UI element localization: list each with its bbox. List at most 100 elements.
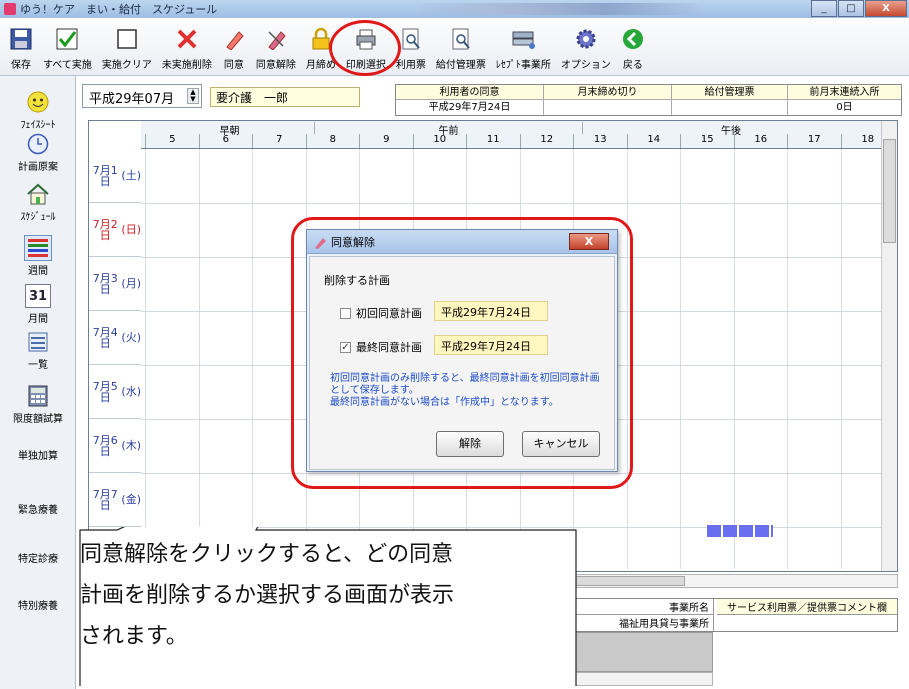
receipt-office-button[interactable]: ﾚｾﾌﾟﾄ事業所 [491,21,556,75]
options-label: オプション [560,60,611,71]
check-icon [55,27,79,51]
list-icon [25,330,51,354]
sidebar-item-emergency-care[interactable]: 緊急療養 [0,501,76,516]
title-bar: ゆう！ケア まい・給付 スケジュール _ □ X [0,0,909,18]
delete-undone-label: 未実施削除 [161,60,212,71]
server-icon [511,27,536,51]
day-of-week: (月) [121,277,141,290]
sidebar-item-special-care[interactable]: 特別療養 [0,597,76,612]
first-consent-checkbox-row[interactable]: 初回同意計画 [340,305,422,321]
grid-line [145,149,146,569]
note-line: 最終同意計画がない場合は「作成中」となります。 [330,397,559,408]
day-row-label[interactable]: 7月6日 (木) [89,419,141,473]
usage-slip-label: 利用票 [395,60,426,71]
final-consent-checkbox-row[interactable]: ✓ 最終同意計画 [340,339,422,355]
options-button[interactable]: オプション [556,21,616,75]
lock-icon [309,27,333,51]
sidebar-label: 一覧 [28,360,48,371]
delete-undone-button[interactable]: 未実施削除 [157,21,217,75]
first-consent-checkbox[interactable] [340,307,351,319]
row-line [141,203,881,204]
app-icon [4,3,16,15]
sidebar-item-single-addition[interactable]: 単独加算 [0,447,76,462]
period-spinner[interactable]: ▲ ▼ [187,88,199,104]
day-row-label[interactable]: 7月1日 (土) [89,149,141,203]
month-close-label: 月締め [305,60,336,71]
all-done-button[interactable]: すべて実施 [38,21,97,75]
hour-label: 7 [252,134,306,148]
consent-release-button[interactable]: 同意解除 [251,21,301,75]
final-consent-label: 最終同意計画 [356,341,422,354]
sidebar-item-monthly[interactable]: 31 月間 [0,284,76,325]
status-header-table: 利用者の同意 月末締め切り 給付管理票 前月末連続入所 平成29年7月24日 0… [395,84,902,116]
sidebar-item-plan-draft[interactable]: 計画原案 [0,132,76,173]
bottom-horizontal-scrollbar[interactable]: III [88,672,713,686]
office-table: 事業所名 福祉用具貸与事業所 サービス利用票／提供票コメント欄 [556,598,898,632]
day-row-label[interactable]: 7月2日 (日) [89,203,141,257]
sidebar-label: 特定診療 [18,554,58,565]
day-row-label[interactable]: 7月7日 (金) [89,473,141,527]
sidebar-item-limit-calc[interactable]: 限度額試算 [0,384,76,425]
consent-button[interactable]: 同意 [217,21,251,75]
sidebar: ﾌｪｲｽｼｰﾄ 計画原案 ｽｹｼﾞｭｰﾙ 週間 31 月間 一覧 限度額試算 単… [0,76,76,689]
minimize-button[interactable]: _ [811,0,837,17]
day-of-week: (水) [121,385,141,398]
save-button[interactable]: 保存 [4,21,38,75]
schedule-bar[interactable] [707,525,773,537]
grid-line [733,149,735,569]
hour-label: 5 [145,134,199,148]
sidebar-item-list[interactable]: 一覧 [0,330,76,371]
sidebar-label: 計画原案 [18,162,58,173]
cancel-button[interactable]: キャンセル [522,431,600,457]
preview-icon [399,27,423,51]
hour-label: 15 [680,134,734,148]
sidebar-item-weekly[interactable]: 週間 [0,235,76,277]
day-date: 7月4日 [92,325,118,350]
hour-label: 16 [733,134,788,148]
sidebar-item-schedule[interactable]: ｽｹｼﾞｭｰﾙ [0,182,76,223]
print-select-button[interactable]: 印刷選択 [341,21,391,75]
grid-line [198,149,200,569]
value-prev-month-stay: 0日 [788,100,901,115]
clear-done-button[interactable]: 実施クリア [97,21,157,75]
hour-label: 13 [573,134,627,148]
week-icon [24,235,52,261]
day-row-label[interactable]: 7月4日 (火) [89,311,141,365]
day-of-week: (木) [121,439,141,452]
day-row-label[interactable]: 7月3日 (月) [89,257,141,311]
sidebar-label: 特別療養 [18,601,58,612]
horizontal-scrollbar[interactable] [556,574,898,588]
eraser-pencil-icon [264,27,288,51]
maximize-button[interactable]: □ [838,0,864,17]
release-button[interactable]: 解除 [436,431,504,457]
final-consent-checkbox[interactable]: ✓ [340,341,351,353]
dialog-close-button[interactable]: X [569,233,609,250]
grid-line [680,149,681,569]
usage-slip-button[interactable]: 利用票 [391,21,431,75]
month-close-button[interactable]: 月締め [301,21,341,75]
sidebar-label: 限度額試算 [13,414,63,425]
vertical-scrollbar[interactable] [881,121,897,571]
period-selector[interactable]: 平成29年07月 ▲ ▼ [82,84,202,108]
window-close-button[interactable]: X [865,0,907,17]
day-of-week: (火) [121,331,141,344]
day-date: 7月2日 [92,217,118,242]
period-morning: 午前 [315,122,583,137]
day-row-label[interactable]: 7月5日 (水) [89,365,141,419]
vertical-scroll-thumb[interactable] [883,139,896,243]
sidebar-label: 週間 [28,266,48,277]
header-prev-month-stay: 前月末連続入所 [788,85,901,100]
callout-line: されます。 [80,624,188,649]
consent-label: 同意 [223,60,244,71]
hour-label: 10 [412,134,467,148]
final-consent-date: 平成29年7月24日 [434,335,548,355]
calendar-icon: 31 [25,284,51,308]
day-date: 7月5日 [92,379,118,404]
first-consent-date: 平成29年7月24日 [434,301,548,321]
sidebar-item-specific-medical[interactable]: 特定診療 [0,550,76,565]
sidebar-label: ﾌｪｲｽｼｰﾄ [20,120,56,131]
day-date: 7月1日 [92,163,118,188]
back-button[interactable]: 戻る [616,21,650,75]
sidebar-item-facesheet[interactable]: ﾌｪｲｽｼｰﾄ [0,90,76,131]
benefit-management-button[interactable]: 給付管理票 [431,21,491,75]
